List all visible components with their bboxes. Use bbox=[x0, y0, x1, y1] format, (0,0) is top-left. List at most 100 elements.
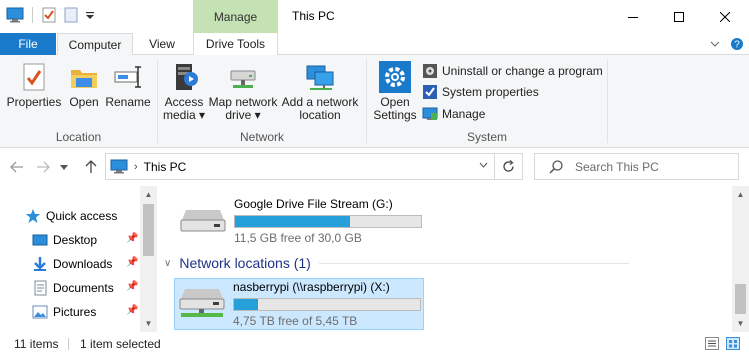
qat-divider bbox=[32, 7, 33, 23]
drive-item-google-drive[interactable]: Google Drive File Stream (G:) 11,5 GB fr… bbox=[176, 196, 426, 248]
search-icon bbox=[549, 159, 563, 174]
open-button[interactable]: Open bbox=[66, 61, 102, 109]
system-properties-button[interactable]: System properties bbox=[422, 83, 539, 101]
pin-icon[interactable]: 📌 bbox=[126, 257, 138, 268]
settings-gear-icon bbox=[379, 61, 411, 93]
scroll-thumb[interactable] bbox=[143, 204, 154, 256]
open-settings-button[interactable]: Open Settings bbox=[372, 61, 418, 122]
rename-icon bbox=[114, 66, 141, 88]
forward-button[interactable] bbox=[34, 159, 52, 175]
content-pane: Google Drive File Stream (G:) 11,5 GB fr… bbox=[158, 186, 732, 332]
access-media-label-2: media ▾ bbox=[162, 108, 206, 122]
section-divider-line bbox=[318, 262, 629, 264]
nav-item-quick-access[interactable]: Quick access bbox=[25, 204, 158, 228]
nav-item-label: Desktop bbox=[53, 233, 98, 247]
chevron-down-icon bbox=[479, 162, 488, 168]
map-network-drive-button[interactable]: Map network drive ▾ bbox=[207, 61, 279, 122]
status-divider bbox=[68, 338, 69, 350]
add-network-location-button[interactable]: Add a network location bbox=[281, 61, 359, 122]
address-history-button[interactable] bbox=[479, 160, 488, 171]
rename-label: Rename bbox=[105, 95, 151, 109]
refresh-button[interactable] bbox=[494, 154, 522, 179]
collapse-ribbon-button[interactable] bbox=[707, 36, 723, 52]
search-box[interactable] bbox=[534, 153, 739, 180]
network-group-label: Network bbox=[239, 130, 284, 144]
media-server-icon bbox=[176, 64, 198, 90]
nav-item-pictures[interactable]: Pictures 📌 bbox=[32, 300, 140, 324]
drive-free-space: 11,5 GB free of 30,0 GB bbox=[234, 231, 362, 245]
tab-view[interactable]: View bbox=[140, 33, 184, 55]
drive-usage-bar bbox=[233, 298, 421, 311]
manage-button[interactable]: Manage bbox=[422, 105, 485, 123]
scroll-up-button[interactable]: ▲ bbox=[140, 186, 157, 203]
network-drive-icon bbox=[230, 70, 256, 88]
collapse-chevron-icon[interactable]: ∨ bbox=[164, 258, 171, 269]
uninstall-program-button[interactable]: Uninstall or change a program bbox=[422, 62, 603, 80]
properties-qat-icon[interactable] bbox=[41, 7, 57, 23]
system-properties-icon bbox=[423, 85, 437, 99]
scroll-down-button[interactable]: ▼ bbox=[140, 315, 157, 332]
forward-arrow-icon bbox=[37, 161, 50, 173]
breadcrumb-chevron[interactable]: › bbox=[134, 161, 138, 173]
chevron-down-icon bbox=[710, 41, 720, 47]
address-bar[interactable]: › This PC bbox=[105, 153, 523, 180]
breadcrumb[interactable]: This PC bbox=[144, 160, 187, 174]
nav-item-downloads[interactable]: Downloads 📌 bbox=[32, 252, 140, 276]
address-row: › This PC bbox=[0, 148, 749, 186]
nav-item-documents[interactable]: Documents 📌 bbox=[32, 276, 140, 300]
content-scrollbar[interactable]: ▲ ▼ bbox=[732, 186, 749, 332]
recent-locations-button[interactable] bbox=[58, 159, 70, 175]
uninstall-label: Uninstall or change a program bbox=[442, 64, 603, 78]
rename-button[interactable]: Rename bbox=[105, 61, 151, 109]
scroll-up-button[interactable]: ▲ bbox=[732, 186, 749, 203]
drive-usage-fill bbox=[235, 216, 350, 227]
network-locations-header[interactable]: ∨ Network locations (1) bbox=[164, 255, 629, 271]
minimize-button[interactable] bbox=[610, 0, 656, 33]
ribbon-divider bbox=[607, 59, 608, 143]
quick-access-toolbar bbox=[6, 7, 95, 23]
drive-usage-fill bbox=[234, 299, 258, 310]
search-input[interactable] bbox=[575, 159, 735, 174]
drive-name: Google Drive File Stream (G:) bbox=[234, 197, 393, 211]
nav-item-desktop[interactable]: Desktop 📌 bbox=[32, 228, 140, 252]
access-media-button[interactable]: Access media ▾ bbox=[162, 61, 206, 122]
network-location-icon bbox=[306, 65, 334, 90]
documents-icon bbox=[34, 280, 47, 296]
pin-icon[interactable]: 📌 bbox=[126, 305, 138, 316]
nav-scrollbar[interactable]: ▲ ▼ bbox=[140, 186, 157, 332]
maximize-button[interactable] bbox=[656, 0, 702, 33]
window-title: This PC bbox=[292, 9, 335, 23]
back-arrow-icon bbox=[10, 161, 23, 173]
manage-context-header: Manage bbox=[193, 0, 278, 33]
tab-file[interactable]: File bbox=[0, 33, 56, 55]
properties-button[interactable]: Properties bbox=[6, 61, 62, 109]
drive-item-nasberrypi[interactable]: nasberrypi (\\raspberrypi) (X:) 4,75 TB … bbox=[174, 278, 424, 330]
location-group-label: Location bbox=[55, 130, 102, 144]
pin-icon[interactable]: 📌 bbox=[126, 233, 138, 244]
large-icons-view-icon[interactable] bbox=[726, 337, 740, 350]
open-folder-icon bbox=[71, 70, 97, 88]
close-button[interactable] bbox=[702, 0, 748, 33]
help-button[interactable]: ? bbox=[729, 36, 745, 52]
drive-free-space: 4,75 TB free of 5,45 TB bbox=[233, 314, 358, 328]
star-icon bbox=[26, 209, 40, 223]
tab-computer[interactable]: Computer bbox=[57, 33, 133, 56]
ribbon-tabs: File Computer View Drive Tools ? bbox=[0, 33, 749, 56]
system-group-label: System bbox=[466, 130, 507, 144]
open-label: Open bbox=[69, 95, 99, 109]
scroll-down-button[interactable]: ▼ bbox=[732, 315, 749, 332]
system-properties-label: System properties bbox=[442, 85, 539, 99]
up-button[interactable] bbox=[82, 159, 100, 175]
tab-drive-tools[interactable]: Drive Tools bbox=[193, 33, 278, 55]
customize-qat-icon[interactable] bbox=[85, 7, 95, 23]
network-drive-icon bbox=[179, 289, 225, 317]
scroll-thumb[interactable] bbox=[735, 284, 746, 314]
up-arrow-icon bbox=[85, 160, 97, 173]
open-settings-label-2: Settings bbox=[373, 108, 417, 122]
back-button[interactable] bbox=[8, 159, 26, 175]
new-folder-qat-icon[interactable] bbox=[63, 7, 79, 23]
details-view-icon[interactable] bbox=[705, 337, 719, 350]
this-pc-icon[interactable] bbox=[6, 7, 24, 23]
help-icon: ? bbox=[731, 38, 743, 51]
pin-icon[interactable]: 📌 bbox=[126, 281, 138, 292]
